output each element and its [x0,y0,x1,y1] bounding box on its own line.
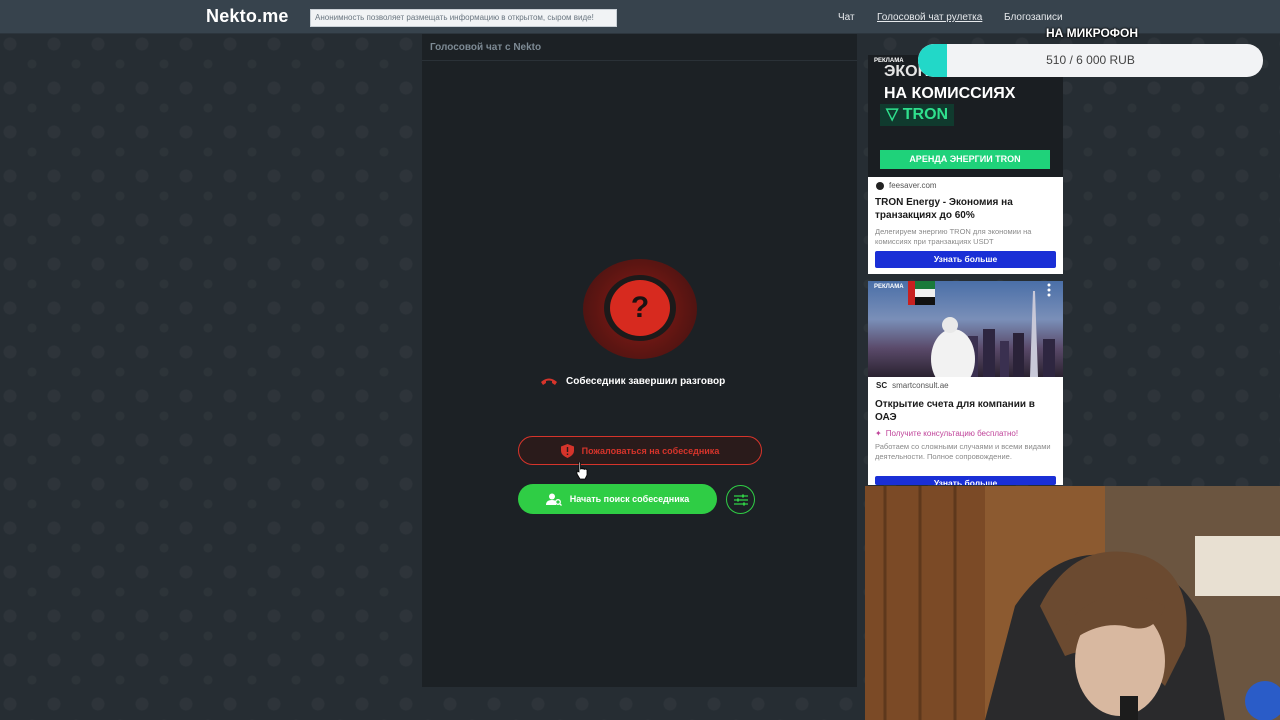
ad-banner-line2: НА КОМИССИЯХ [884,85,1016,102]
hang-up-phone-icon [541,378,557,385]
tron-badge-text: TRON [902,106,949,123]
user-search-icon [545,493,562,506]
report-companion-button[interactable]: Пожаловаться на собеседника [518,436,762,465]
ad-description: Делегируем энергию TRON для экономии на … [875,227,1032,246]
panel-title: Голосовой чат с Nekto [430,42,542,53]
tron-badge: ▽ TRON [880,104,955,126]
panel-divider [422,60,857,61]
ad-learn-more-button[interactable]: Узнать больше [875,476,1056,485]
ad-consult-text: Получите консультацию бесплатно! [885,429,1019,438]
search-settings-button[interactable] [726,485,755,514]
ad-consult-line: ✦ Получите консультацию бесплатно! [875,429,1018,438]
report-button-label: Пожаловаться на собеседника [581,445,720,456]
sliders-icon [733,494,748,505]
ad-domain-text: smartconsult.ae [892,381,949,390]
voice-chat-panel: Голосовой чат с Nekto ? Собеседник завер… [422,34,857,687]
shield-alert-icon [560,443,574,458]
companion-avatar: ? [583,259,697,359]
webcam-video-image [865,486,1280,720]
anonymity-notice: Анонимность позволяет размещать информац… [310,9,617,27]
smartconsult-logo-icon: SC [876,381,888,390]
mouse-pointer-icon [576,462,588,480]
nav-voice-roulette[interactable]: Голосовой чат рулетка [877,12,982,23]
nav-chat[interactable]: Чат [838,12,855,23]
nav-blog[interactable]: Блогозаписи [1004,12,1063,23]
tron-cta-button[interactable]: АРЕНДА ЭНЕРГИИ TRON [880,150,1050,169]
start-search-button[interactable]: Начать поиск собеседника [518,484,717,514]
ad-description: Работаем со сложными случаями и всеми ви… [875,442,1051,461]
streamer-webcam [865,486,1280,720]
ad-domain: feesaver.com [876,181,937,190]
dubai-skyline-image [908,281,1055,377]
sparkle-icon: ✦ [875,429,882,438]
donation-progress-bar: 510 / 6 000 RUB [918,44,1263,77]
uae-ad-card[interactable]: SC smartconsult.ae Открытие счета для ко… [868,377,1063,485]
status-text: Собеседник завершил разговор [566,375,726,387]
ad-domain: SC smartconsult.ae [876,381,949,390]
ad-learn-more-button[interactable]: Узнать больше [875,251,1056,268]
tron-ad-card[interactable]: feesaver.com TRON Energy - Экономия на т… [868,177,1063,274]
call-ended-status: Собеседник завершил разговор [540,374,725,388]
ad-domain-text: feesaver.com [889,181,937,190]
donation-goal-title: НА МИКРОФОН [1046,26,1139,40]
uae-ad-image[interactable]: РЕКЛАМА [868,281,1063,377]
site-favicon-icon [876,181,884,190]
site-logo[interactable]: Nekto.me [206,6,289,27]
ad-headline: TRON Energy - Экономия на транзакциях до… [875,197,1013,221]
donation-progress-text: 510 / 6 000 RUB [1046,53,1135,67]
question-mark-icon: ? [610,280,670,336]
ad-headline: Открытие счета для компании в ОАЭ [875,399,1035,423]
search-button-label: Начать поиск собеседника [569,494,690,504]
